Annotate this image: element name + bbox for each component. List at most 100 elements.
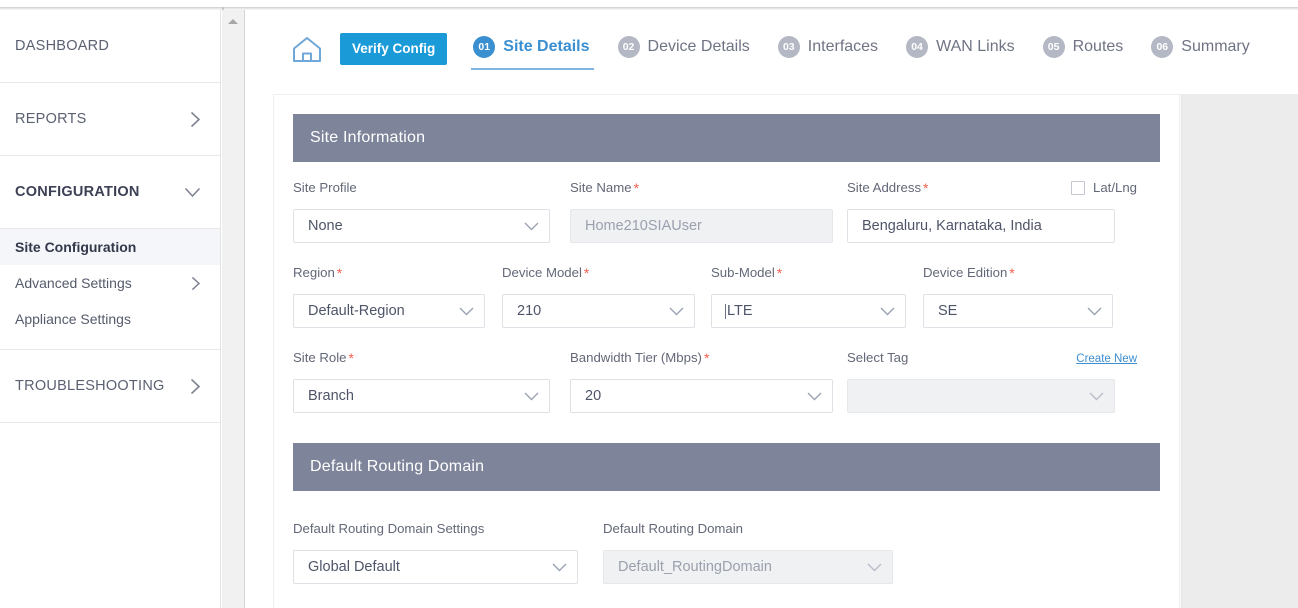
tab-wan-links[interactable]: 04 WAN Links <box>904 30 1017 68</box>
sidebar-scrollbar[interactable] <box>222 10 245 608</box>
tab-active-underline <box>471 67 594 70</box>
bandwidth-tier-select[interactable]: 20 <box>570 379 833 413</box>
tab-routes[interactable]: 05 Routes <box>1041 30 1126 68</box>
field-sub-model: Sub-Model * LTE <box>711 265 923 328</box>
chevron-down-icon <box>880 307 895 316</box>
field-label: Sub-Model * <box>711 265 923 287</box>
sidebar-item-label: Advanced Settings <box>15 275 132 291</box>
tab-label: Interfaces <box>807 37 879 55</box>
device-model-select[interactable]: 210 <box>502 294 695 328</box>
default-routing-domain-panel-title: Default Routing Domain <box>293 443 1160 491</box>
required-asterisk: * <box>703 350 710 366</box>
nav-group-configuration: CONFIGURATION <box>0 156 220 229</box>
required-asterisk: * <box>583 265 590 281</box>
verify-config-button[interactable]: Verify Config <box>340 32 448 65</box>
site-profile-select[interactable]: None <box>293 209 550 243</box>
site-name-input[interactable]: Home210SIAUser <box>570 209 833 243</box>
tab-summary[interactable]: 06 Summary <box>1149 30 1251 68</box>
create-new-tag-link[interactable]: Create New <box>1076 353 1137 365</box>
sidebar-item-site-configuration[interactable]: Site Configuration <box>0 229 220 265</box>
sub-model-select[interactable]: LTE <box>711 294 906 328</box>
site-profile-label: Site Profile <box>293 180 357 195</box>
sidebar-item-label: TROUBLESHOOTING <box>15 378 165 394</box>
device-model-value: 210 <box>517 303 542 319</box>
region-select[interactable]: Default-Region <box>293 294 485 328</box>
default-routing-domain-panel: Default Routing Domain Default Routing D… <box>274 443 1179 594</box>
site-information-form: Site Profile None Site Name * Home210SIA… <box>274 162 1179 423</box>
sidebar-item-advanced-settings[interactable]: Advanced Settings <box>0 265 220 301</box>
field-device-model: Device Model * 210 <box>502 265 711 328</box>
sidebar-item-reports[interactable]: REPORTS <box>0 83 220 155</box>
lat-lng-label: Lat/Lng <box>1093 180 1137 195</box>
sidebar-item-dashboard[interactable]: DASHBOARD <box>0 10 220 82</box>
field-default-routing-domain-settings: Default Routing Domain Settings Global D… <box>293 521 603 584</box>
lat-lng-checkbox-group[interactable]: Lat/Lng <box>1071 180 1137 195</box>
tab-number-badge: 03 <box>777 35 800 58</box>
tab-number-badge: 05 <box>1042 35 1065 58</box>
bandwidth-tier-label: Bandwidth Tier (Mbps) <box>570 350 702 365</box>
scroll-up-arrow-icon[interactable] <box>228 19 238 24</box>
sidebar-item-troubleshooting[interactable]: TROUBLESHOOTING <box>0 350 220 422</box>
tab-number-badge: 02 <box>617 35 640 58</box>
default-routing-domain-settings-select[interactable]: Global Default <box>293 550 578 584</box>
tab-device-details[interactable]: 02 Device Details <box>616 30 752 68</box>
wizard-tab-bar: Verify Config 01 Site Details 02 Device … <box>245 10 1298 87</box>
tab-interfaces[interactable]: 03 Interfaces <box>776 30 880 68</box>
device-model-label: Device Model <box>502 265 582 280</box>
required-asterisk: * <box>348 350 354 366</box>
select-tag-label: Select Tag <box>847 350 909 365</box>
configuration-submenu-list: Site Configuration Advanced Settings App… <box>0 229 220 349</box>
configuration-submenu: Site Configuration Advanced Settings App… <box>0 229 220 350</box>
chevron-right-icon <box>190 378 201 395</box>
field-device-edition: Device Edition * SE <box>923 265 1123 328</box>
field-label: Site Role * <box>293 350 570 372</box>
field-select-tag: Select Tag Create New <box>847 350 1137 413</box>
field-site-address: Site Address * Lat/Lng Bengaluru, Karnat… <box>847 180 1137 243</box>
required-asterisk: * <box>1009 265 1015 281</box>
tab-number-badge: 01 <box>473 35 496 58</box>
sub-model-value: LTE <box>727 303 753 319</box>
home-icon[interactable] <box>290 34 324 64</box>
tab-site-details[interactable]: 01 Site Details <box>471 30 594 70</box>
field-site-role: Site Role * Branch <box>293 350 570 413</box>
chevron-down-icon <box>184 187 201 198</box>
chevron-down-icon <box>552 563 567 572</box>
left-navigation-sidebar: DASHBOARD REPORTS CONFIGURATION Site Con… <box>0 10 221 608</box>
chevron-down-icon <box>807 392 822 401</box>
field-label: Bandwidth Tier (Mbps) * <box>570 350 847 372</box>
required-asterisk: * <box>923 180 929 196</box>
device-edition-value: SE <box>938 303 958 319</box>
field-label: Site Profile <box>293 180 570 202</box>
sidebar-item-label: Site Configuration <box>15 239 137 255</box>
chevron-down-icon <box>459 307 474 316</box>
default-routing-domain-select[interactable]: Default_RoutingDomain <box>603 550 893 584</box>
form-row-routing: Default Routing Domain Settings Global D… <box>293 521 1160 584</box>
tab-label: Device Details <box>647 37 750 55</box>
default-routing-domain-value: Default_RoutingDomain <box>618 559 772 575</box>
chevron-right-icon <box>190 111 201 128</box>
chevron-down-icon <box>524 222 539 231</box>
sidebar-item-configuration[interactable]: CONFIGURATION <box>0 156 220 228</box>
site-information-panel: Site Information Site Profile None Site … <box>274 114 1179 423</box>
site-profile-value: None <box>308 218 343 234</box>
default-routing-domain-settings-value: Global Default <box>308 559 400 575</box>
sidebar-item-appliance-settings[interactable]: Appliance Settings <box>0 301 220 337</box>
lat-lng-checkbox[interactable] <box>1071 180 1085 195</box>
field-site-profile: Site Profile None <box>293 180 570 243</box>
field-default-routing-domain: Default Routing Domain Default_RoutingDo… <box>603 521 913 584</box>
page-background-right <box>1181 94 1298 608</box>
field-label: Device Edition * <box>923 265 1123 287</box>
form-row-1: Site Profile None Site Name * Home210SIA… <box>293 180 1160 243</box>
site-address-input[interactable]: Bengaluru, Karnataka, India <box>847 209 1115 243</box>
site-role-label: Site Role <box>293 350 347 365</box>
nav-group-troubleshooting: TROUBLESHOOTING <box>0 350 220 423</box>
field-label: Device Model * <box>502 265 711 287</box>
form-row-2: Region * Default-Region Device Model * 2… <box>293 265 1160 328</box>
site-role-select[interactable]: Branch <box>293 379 550 413</box>
device-edition-select[interactable]: SE <box>923 294 1113 328</box>
form-row-3: Site Role * Branch Bandwidth Tier (Mbps)… <box>293 350 1160 413</box>
field-label: Default Routing Domain <box>603 521 913 543</box>
default-routing-domain-form: Default Routing Domain Settings Global D… <box>274 491 1179 594</box>
select-tag-select[interactable] <box>847 379 1115 413</box>
required-asterisk: * <box>633 180 640 196</box>
